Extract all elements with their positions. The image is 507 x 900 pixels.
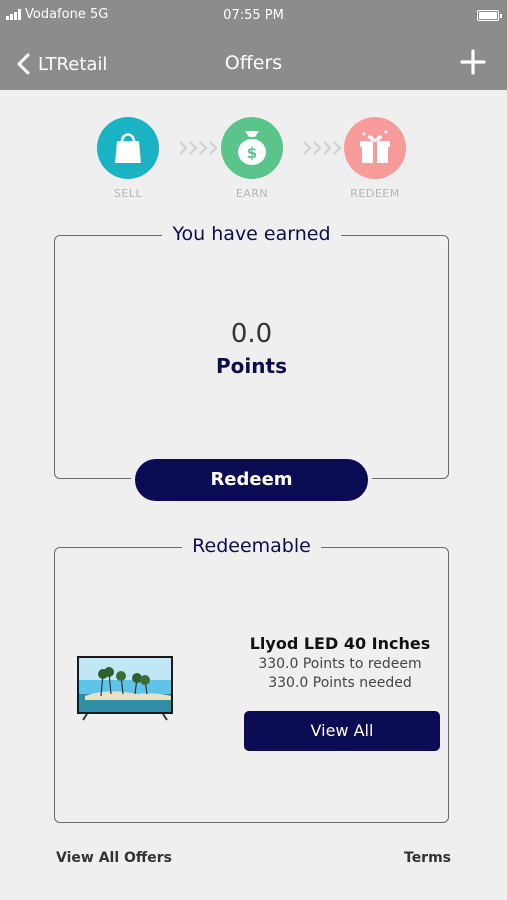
svg-text:$: $ bbox=[247, 144, 257, 162]
money-bag-icon: $ bbox=[221, 117, 283, 179]
view-all-button[interactable]: View All bbox=[244, 711, 440, 751]
redeemable-card: Redeemable Llyod LED 40 Inches 330.0 Poi… bbox=[54, 535, 449, 823]
battery-icon bbox=[477, 10, 502, 21]
points-to-redeem: 330.0 Points to redeem bbox=[258, 656, 422, 672]
step-earn: $ EARN bbox=[212, 112, 292, 200]
step-redeem: REDEEM bbox=[335, 112, 415, 200]
redeemable-card-title: Redeemable bbox=[182, 535, 321, 557]
gift-icon bbox=[344, 117, 406, 179]
rewards-steps: SELL $ EARN REDEEM bbox=[0, 112, 507, 207]
earned-card-heading: You have earned bbox=[55, 223, 448, 245]
redeemable-card-heading: Redeemable bbox=[55, 535, 448, 557]
step-sell: SELL bbox=[88, 112, 168, 200]
step-label-sell: SELL bbox=[113, 187, 143, 200]
earned-points-card: You have earned 0.0 Points bbox=[54, 223, 449, 479]
product-name: Llyod LED 40 Inches bbox=[249, 634, 431, 653]
status-time: 07:55 PM bbox=[223, 8, 284, 23]
step-label-redeem: REDEEM bbox=[350, 187, 400, 200]
tv-product-image bbox=[77, 656, 173, 721]
page-title: Offers bbox=[224, 52, 283, 74]
points-value: 0.0 bbox=[230, 319, 273, 349]
earned-card-title: You have earned bbox=[162, 223, 341, 245]
app-header: Vodafone 5G 07:55 PM LTRetail Offers bbox=[0, 0, 507, 90]
points-label: Points bbox=[216, 354, 287, 378]
plus-icon[interactable] bbox=[459, 48, 487, 76]
view-all-offers-link[interactable]: View All Offers bbox=[56, 850, 172, 866]
status-bar: Vodafone 5G 07:55 PM bbox=[0, 0, 507, 30]
step-label-earn: EARN bbox=[235, 187, 269, 200]
points-needed: 330.0 Points needed bbox=[268, 675, 412, 691]
shopping-bag-icon bbox=[97, 117, 159, 179]
terms-link[interactable]: Terms bbox=[404, 850, 451, 866]
redeem-button[interactable]: Redeem bbox=[131, 455, 372, 505]
